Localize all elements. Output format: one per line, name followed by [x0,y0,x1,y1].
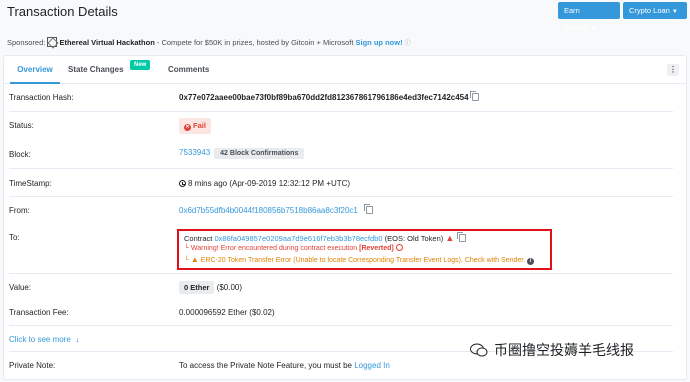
block-row: Block: 7533943 42 Block Confirmations [9,148,673,174]
from-address-link[interactable]: 0x6d7b55dfb4b0044f180856b7518b86aa8c3f20… [179,206,358,215]
reverted-text: [Reverted] [359,245,394,252]
status-badge: ✕ Fail [179,118,211,134]
sponsor-text: - Compete for $50K in prizes, hosted by … [154,38,356,47]
copy-icon[interactable] [363,204,373,214]
block-value-wrap: 7533943 42 Block Confirmations [179,148,305,159]
hash-value: 0x77e072aaee00bae73f0bf89ba670dd2fd81236… [179,93,469,102]
click-to-see-more-link[interactable]: Click to see more ↓ [9,335,79,344]
sponsor-logo-icon [47,37,58,47]
block-label: Block: [9,150,31,159]
fee-row: Transaction Fee: 0.000096592 Ether ($0.0… [9,308,673,334]
erc20-error-line: └ ▲ ERC-20 Token Transfer Error (Unable … [184,255,535,265]
to-label: To: [9,233,20,242]
sad-face-icon [395,244,403,251]
hash-row: Transaction Hash: 0x77e072aaee00bae73f0b… [9,91,673,119]
status-label: Status: [9,121,34,130]
top-bar: Transaction Details Earn Interest ▼ Crypt… [0,0,690,32]
sponsor-name[interactable]: Ethereal Virtual Hackathon [59,38,154,47]
crypto-loan-button[interactable]: Crypto Loan ▼ [623,2,687,19]
contract-address-link[interactable]: 0x86fa049857e0209aa7d9e616f7eb3b3b78ecfd… [214,234,382,243]
divider [9,111,673,112]
chevron-down-icon: ▼ [591,26,597,32]
ether-badge: 0 Ether [179,281,215,294]
block-link[interactable]: 7533943 [179,148,210,157]
private-note-text: To access the Private Note Feature, you … [179,361,355,370]
fee-label: Transaction Fee: [9,308,69,317]
copy-icon[interactable] [457,232,467,242]
watermark: 币圈撸空投薅羊毛线报 [470,340,634,360]
tab-comments[interactable]: Comments [168,56,209,84]
erc20-error-text: ERC-20 Token Transfer Error (Unable to l… [200,257,526,264]
divider [9,325,673,326]
sign-up-link[interactable]: Sign up now! [356,38,403,47]
warning-icon: ▲ [445,233,455,243]
value-label: Value: [9,283,32,292]
copy-icon[interactable] [469,91,479,101]
to-contract-line: Contract 0x86fa049857e0209aa7d9e616f7eb3… [184,232,467,243]
confirmations-badge: 42 Block Confirmations [214,148,305,159]
private-note-value-wrap: To access the Private Note Feature, you … [179,361,390,370]
branch-icon: └ [184,245,191,252]
fee-value: 0.000096592 Ether ($0.02) [179,308,275,317]
status-text: Fail [193,121,206,130]
info-icon[interactable]: i [527,258,535,265]
to-suffix: (EOS: Old Token) [382,234,444,243]
new-badge: New [130,60,151,70]
timestamp-value-wrap: 8 mins ago (Apr-09-2019 12:32:12 PM +UTC… [179,179,350,188]
from-label: From: [9,206,30,215]
value-usd: ($0.00) [216,283,243,292]
warning-icon: ▲ [190,255,199,264]
earn-interest-button[interactable]: Earn Interest ▼ [558,2,620,32]
hash-value-wrap: 0x77e072aaee00bae73f0bf89ba670dd2fd81236… [179,91,479,102]
branch-icon: └ [184,257,191,264]
status-value-wrap: ✕ Fail [179,118,211,134]
info-icon[interactable]: ⓘ [405,41,411,47]
more-options-icon[interactable]: ⋮ [667,64,679,76]
to-prefix: Contract [184,234,215,243]
execution-error-line: └ Warning! Error encountered during cont… [184,244,403,252]
page-title: Transaction Details [7,4,118,19]
warning-text: Warning! Error encountered during contra… [190,245,360,252]
timestamp-label: TimeStamp: [9,179,52,188]
timestamp-value: 8 mins ago (Apr-09-2019 12:32:12 PM +UTC… [188,179,351,188]
arrow-down-icon: ↓ [75,335,80,344]
see-more-label: Click to see more [9,335,71,344]
tab-bar: Overview State Changes New Comments ⋮ [4,56,686,84]
sponsor-label: Sponsored: [7,38,46,47]
wechat-icon [470,343,488,357]
logged-in-link[interactable]: Logged In [354,361,390,370]
tab-state-changes[interactable]: State Changes [68,56,124,84]
divider [9,196,673,197]
hash-label: Transaction Hash: [9,93,74,102]
divider [9,168,673,169]
private-note-label: Private Note: [9,361,56,370]
timestamp-row: TimeStamp: 8 mins ago (Apr-09-2019 12:32… [9,179,673,205]
earn-interest-label: Earn Interest [564,6,590,32]
divider [9,273,673,274]
sponsor-bar: Sponsored: Ethereal Virtual Hackathon - … [7,37,411,47]
clock-icon [179,180,186,187]
watermark-text: 币圈撸空投薅羊毛线报 [494,343,634,359]
crypto-loan-label: Crypto Loan [629,6,670,15]
value-row: Value: 0 Ether ($0.00) [9,281,673,307]
value-value-wrap: 0 Ether ($0.00) [179,281,242,294]
status-row: Status: ✕ Fail [9,118,673,144]
chevron-down-icon: ▼ [671,9,678,15]
private-note-row: Private Note: To access the Private Note… [9,361,673,382]
from-value-wrap: 0x6d7b55dfb4b0044f180856b7518b86aa8c3f20… [179,204,373,215]
to-highlight-box: Contract 0x86fa049857e0209aa7d9e616f7eb3… [177,229,552,270]
tab-overview[interactable]: Overview [10,56,60,84]
x-circle-icon: ✕ [184,124,191,131]
